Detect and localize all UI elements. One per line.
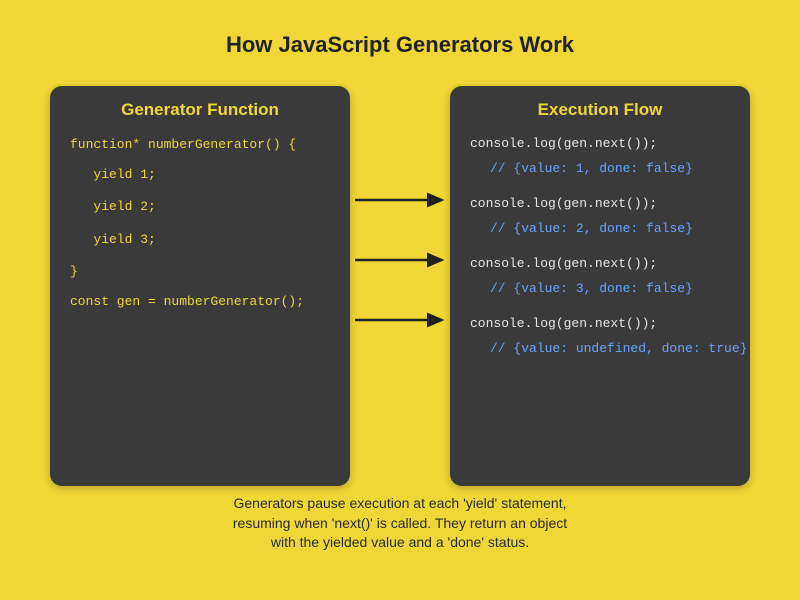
exec-block: console.log(gen.next()); // {value: 2, d… (470, 196, 730, 236)
execution-flow-panel: Execution Flow console.log(gen.next()); … (450, 86, 750, 486)
caption-line: with the yielded value and a 'done' stat… (0, 533, 800, 553)
exec-block: console.log(gen.next()); // {value: unde… (470, 316, 730, 356)
exec-call: console.log(gen.next()); (470, 196, 730, 211)
left-panel-title: Generator Function (70, 100, 330, 120)
code-line: function* numberGenerator() { (70, 136, 330, 154)
exec-call: console.log(gen.next()); (470, 316, 730, 331)
panels-row: Generator Function function* numberGener… (0, 58, 800, 486)
code-line: yield 3; (70, 231, 330, 249)
caption-line: resuming when 'next()' is called. They r… (0, 514, 800, 534)
caption: Generators pause execution at each 'yiel… (0, 494, 800, 553)
exec-call: console.log(gen.next()); (470, 256, 730, 271)
exec-result: // {value: undefined, done: true} (470, 341, 730, 356)
exec-call: console.log(gen.next()); (470, 136, 730, 151)
code-line: const gen = numberGenerator(); (70, 293, 330, 311)
exec-result: // {value: 2, done: false} (470, 221, 730, 236)
generator-code: function* numberGenerator() { yield 1; y… (70, 136, 330, 311)
execution-list: console.log(gen.next()); // {value: 1, d… (470, 136, 730, 356)
exec-result: // {value: 3, done: false} (470, 281, 730, 296)
code-line: } (70, 263, 330, 281)
caption-line: Generators pause execution at each 'yiel… (0, 494, 800, 514)
right-panel-title: Execution Flow (470, 100, 730, 120)
page-title: How JavaScript Generators Work (0, 0, 800, 58)
exec-block: console.log(gen.next()); // {value: 1, d… (470, 136, 730, 176)
code-line: yield 1; (70, 166, 330, 184)
generator-function-panel: Generator Function function* numberGener… (50, 86, 350, 486)
exec-result: // {value: 1, done: false} (470, 161, 730, 176)
exec-block: console.log(gen.next()); // {value: 3, d… (470, 256, 730, 296)
code-line: yield 2; (70, 198, 330, 216)
